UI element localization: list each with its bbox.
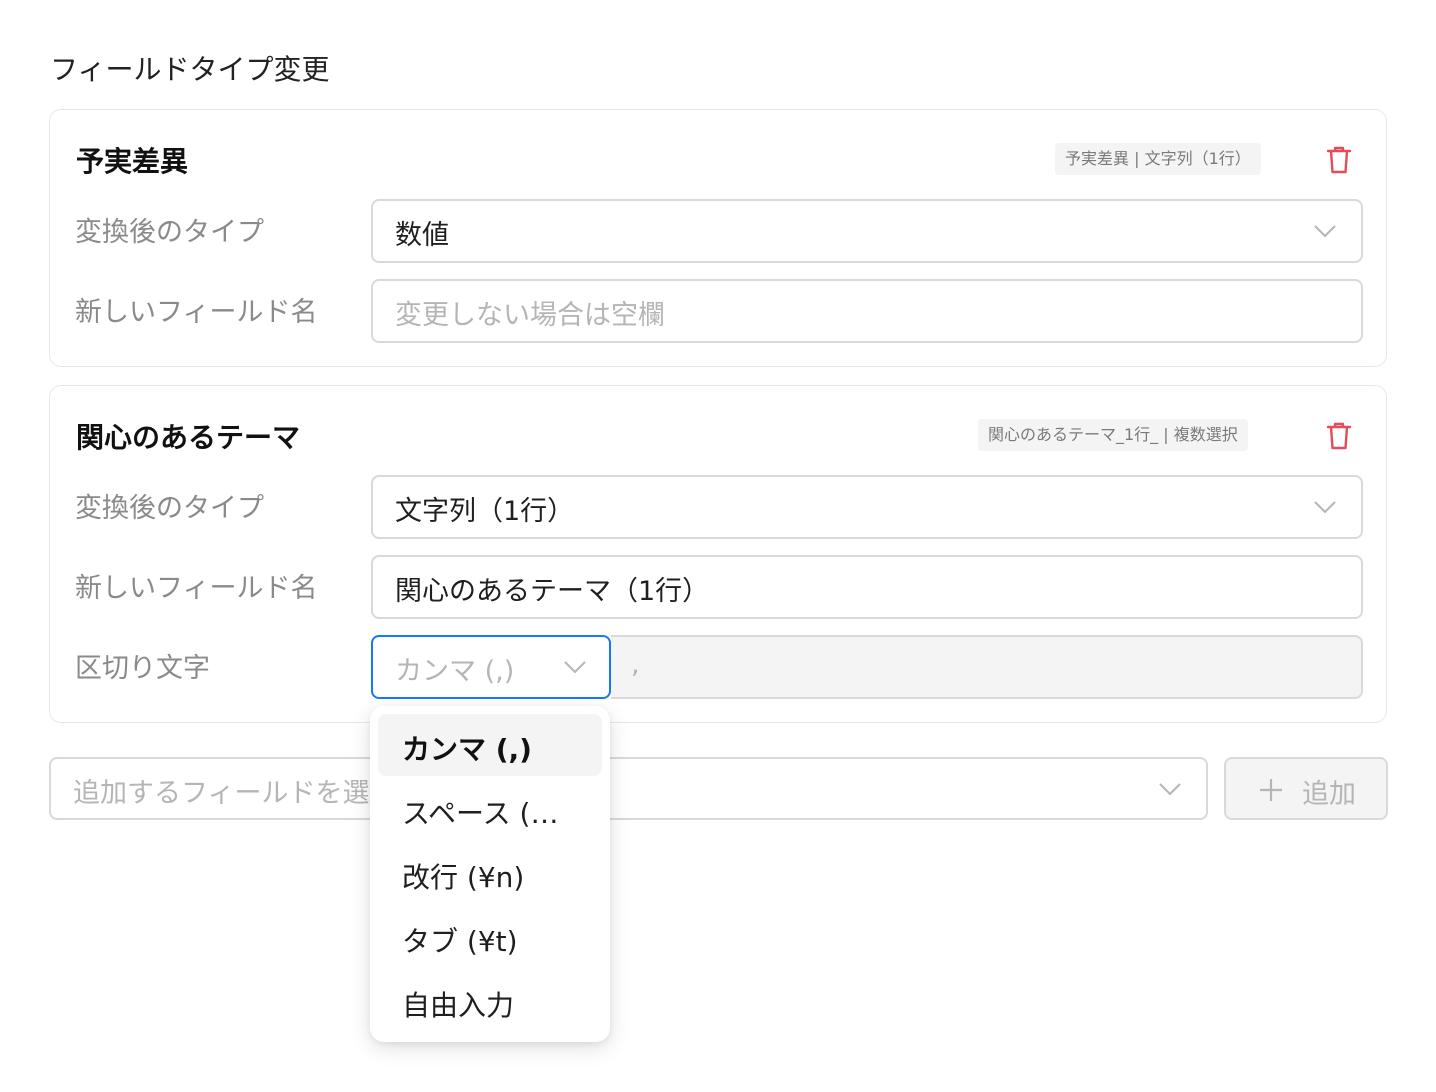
add-field-select[interactable]: 追加するフィールドを選択 bbox=[49, 757, 1208, 820]
chevron-down-icon bbox=[564, 661, 586, 674]
separator-select-value: カンマ (,) bbox=[395, 656, 515, 687]
plus-icon bbox=[1260, 779, 1282, 801]
separator-custom-input: , bbox=[611, 635, 1363, 699]
trash-icon[interactable] bbox=[1326, 146, 1352, 174]
name-label: 新しいフィールド名 bbox=[75, 297, 318, 328]
type-label: 変換後のタイプ bbox=[75, 217, 264, 248]
dropdown-option[interactable]: スペース (… bbox=[378, 778, 602, 840]
card-title: 関心のあるテーマ bbox=[76, 421, 301, 454]
option-label: カンマ (,) bbox=[402, 733, 532, 766]
field-info-tag: 関心のあるテーマ_1行_ | 複数選択 bbox=[978, 419, 1248, 451]
field-card-1: 予実差異 予実差異 | 文字列（1行） 変換後のタイプ 数値 新しいフィールド名… bbox=[49, 109, 1387, 367]
card-title: 予実差異 bbox=[76, 145, 189, 178]
dropdown-option[interactable]: タブ (¥t) bbox=[378, 906, 602, 968]
option-label: スペース (… bbox=[402, 797, 559, 830]
option-label: 自由入力 bbox=[402, 989, 515, 1022]
separator-input-value: , bbox=[631, 649, 640, 680]
option-label: タブ (¥t) bbox=[402, 925, 518, 958]
dropdown-option[interactable]: 改行 (¥n) bbox=[378, 842, 602, 904]
add-field-placeholder: 追加するフィールドを選択 bbox=[73, 778, 397, 809]
separator-select[interactable]: カンマ (,) bbox=[371, 635, 611, 699]
name-label: 新しいフィールド名 bbox=[75, 573, 318, 604]
type-label: 変換後のタイプ bbox=[75, 493, 264, 524]
dropdown-option[interactable]: 自由入力 bbox=[378, 970, 602, 1032]
input-placeholder: 変更しない場合は空欄 bbox=[395, 300, 665, 331]
field-card-2: 関心のあるテーマ 関心のあるテーマ_1行_ | 複数選択 変換後のタイプ 文字列… bbox=[49, 385, 1387, 723]
add-button[interactable]: 追加 bbox=[1224, 757, 1388, 820]
option-label: 改行 (¥n) bbox=[402, 861, 525, 894]
chevron-down-icon bbox=[1314, 225, 1336, 238]
type-select-value: 数値 bbox=[395, 220, 449, 251]
add-button-label: 追加 bbox=[1302, 779, 1356, 810]
chevron-down-icon bbox=[1314, 501, 1336, 514]
type-select-value: 文字列（1行） bbox=[395, 496, 575, 527]
chevron-down-icon bbox=[1159, 783, 1181, 796]
type-select[interactable]: 文字列（1行） bbox=[371, 475, 1363, 539]
trash-icon[interactable] bbox=[1326, 422, 1352, 450]
separator-label: 区切り文字 bbox=[75, 653, 210, 684]
field-info-tag: 予実差異 | 文字列（1行） bbox=[1055, 143, 1261, 175]
type-select[interactable]: 数値 bbox=[371, 199, 1363, 263]
separator-dropdown-menu: カンマ (,) スペース (… 改行 (¥n) タブ (¥t) 自由入力 bbox=[370, 706, 610, 1042]
dropdown-option[interactable]: カンマ (,) bbox=[378, 714, 602, 776]
input-value: 関心のあるテーマ（1行） bbox=[395, 576, 710, 607]
section-title: フィールドタイプ変更 bbox=[50, 53, 330, 86]
new-field-name-input[interactable]: 変更しない場合は空欄 bbox=[371, 279, 1363, 343]
new-field-name-input[interactable]: 関心のあるテーマ（1行） bbox=[371, 555, 1363, 619]
